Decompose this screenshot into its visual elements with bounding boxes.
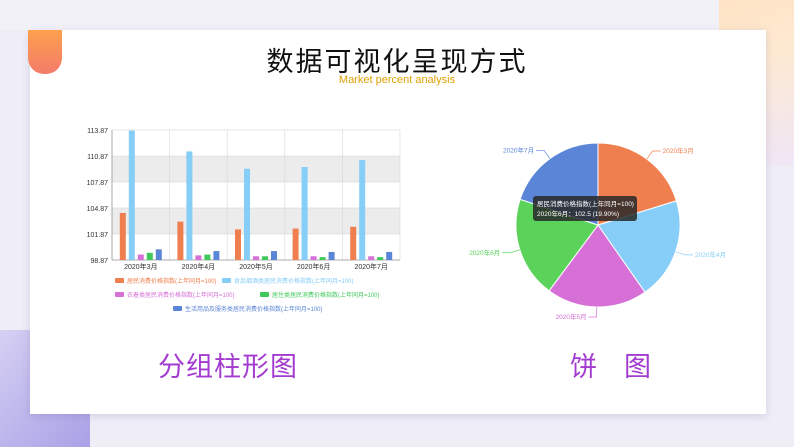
grid-band bbox=[112, 234, 400, 260]
y-tick-label: 113.87 bbox=[87, 128, 108, 135]
pie-leader-line bbox=[675, 251, 694, 256]
x-tick-label: 2020年7月 bbox=[354, 262, 387, 271]
pie-tooltip: 居民消费价格指数(上年同月=100)2020年6月：102.5 (19.90%) bbox=[533, 196, 637, 221]
bar bbox=[204, 254, 211, 260]
pie-leader-line bbox=[646, 150, 661, 160]
pie-leader-line bbox=[502, 249, 520, 254]
bar bbox=[137, 254, 144, 260]
grid-band bbox=[112, 208, 400, 234]
bar bbox=[292, 228, 299, 260]
legend-swatch bbox=[222, 278, 231, 283]
tooltip-title: 居民消费价格指数(上年同月=100) bbox=[537, 199, 634, 208]
grid-band bbox=[112, 130, 400, 156]
pie-leader-line bbox=[536, 150, 551, 159]
y-tick-label: 101.87 bbox=[87, 232, 109, 239]
bar bbox=[128, 130, 135, 260]
background-top-band bbox=[0, 0, 794, 30]
bar bbox=[386, 251, 393, 260]
pie-chart-caption: 饼 图 bbox=[570, 352, 651, 383]
tooltip-value: 2020年6月：102.5 (19.90%) bbox=[537, 209, 619, 218]
bar bbox=[186, 151, 193, 260]
bar bbox=[262, 256, 268, 260]
grid-band bbox=[112, 182, 400, 208]
legend-label: 食品烟酒类居民消费价格指数(上年同月=100) bbox=[234, 277, 354, 285]
pie-label: 2020年5月 bbox=[556, 312, 587, 321]
bar bbox=[213, 251, 220, 260]
grouped-bar-chart: 98.87 101.87 104.87 107.87 110.87 113.87 2020年… bbox=[87, 128, 401, 313]
legend-label: 生活用品及服务类居民消费价格指数(上年同月=100) bbox=[185, 305, 323, 313]
y-tick-label: 98.87 bbox=[90, 258, 108, 265]
y-tick-label: 110.87 bbox=[87, 154, 108, 161]
bar bbox=[301, 167, 308, 260]
legend-label: 居民消费价格指数(上年同月=100) bbox=[127, 277, 217, 285]
pie-leader-line bbox=[588, 306, 598, 318]
bar bbox=[235, 229, 241, 260]
legend-label: 衣着类居民消费价格指数(上年同月=100) bbox=[127, 291, 235, 299]
legend-swatch bbox=[115, 292, 124, 297]
x-tick-label: 2020年6月 bbox=[297, 262, 330, 271]
bar bbox=[155, 249, 162, 260]
x-tick-label: 2020年5月 bbox=[239, 262, 272, 271]
bar bbox=[328, 251, 335, 260]
legend-swatch bbox=[115, 278, 124, 283]
x-tick-label: 2020年4月 bbox=[182, 262, 215, 271]
pie-label: 2020年3月 bbox=[663, 146, 694, 155]
x-tick-label: 2020年3月 bbox=[124, 262, 157, 271]
pie-chart: 2020年3月 2020年4月 2020年5月 2020年6月 2020年7月居民消费价… bbox=[469, 142, 726, 321]
bar bbox=[350, 226, 357, 260]
bar bbox=[177, 221, 184, 260]
bar bbox=[310, 256, 317, 260]
legend-swatch bbox=[173, 306, 182, 311]
bar bbox=[146, 252, 153, 260]
pie-label: 2020年4月 bbox=[695, 250, 726, 259]
legend-swatch bbox=[260, 292, 269, 297]
grid-band bbox=[112, 156, 400, 182]
bar bbox=[359, 160, 366, 260]
bar bbox=[119, 212, 126, 260]
bar bbox=[244, 168, 250, 260]
legend-label: 居住类居民消费价格指数(上年同月=100) bbox=[272, 291, 380, 299]
bar bbox=[368, 256, 375, 260]
bar bbox=[195, 255, 202, 260]
pie-label: 2020年7月 bbox=[503, 145, 534, 154]
y-tick-label: 104.87 bbox=[87, 206, 109, 213]
bar bbox=[271, 251, 277, 260]
pie-label: 2020年6月 bbox=[469, 248, 500, 257]
slide-subtitle: Market percent analysis bbox=[338, 74, 456, 86]
bar bbox=[319, 257, 326, 260]
y-tick-label: 107.87 bbox=[87, 180, 109, 187]
bar-chart-caption: 分组柱形图 bbox=[158, 352, 298, 383]
bar bbox=[377, 257, 384, 260]
bar bbox=[253, 256, 259, 260]
